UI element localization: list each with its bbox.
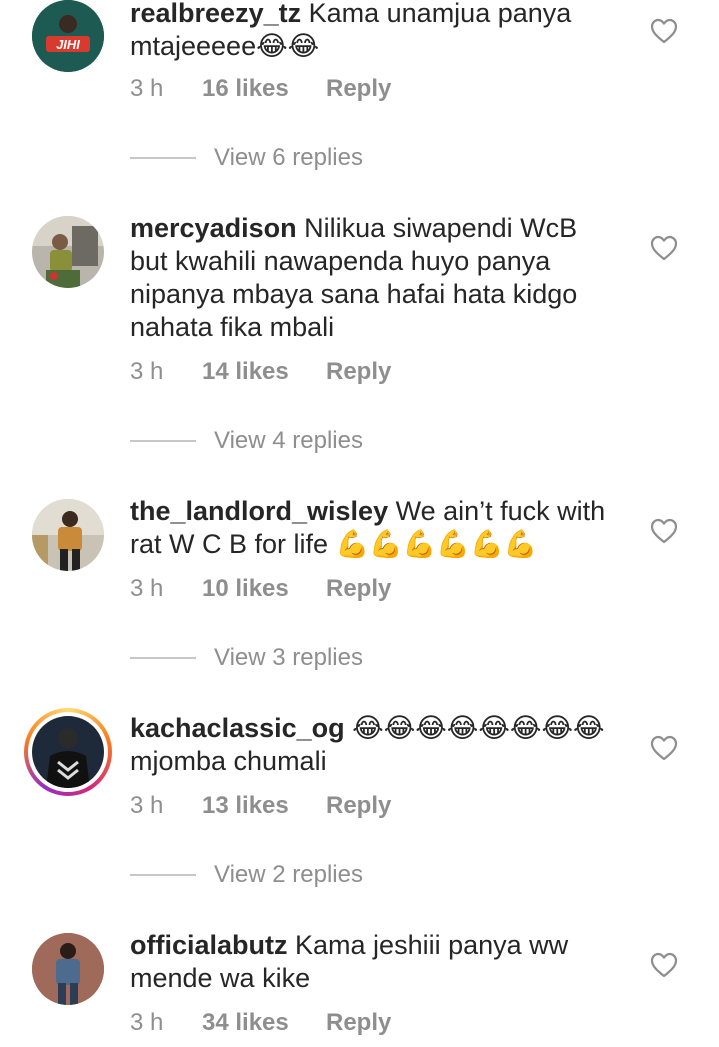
reply-button[interactable]: Reply bbox=[326, 75, 391, 103]
comment-username[interactable]: realbreezy_tz bbox=[130, 0, 301, 28]
avatar bbox=[28, 712, 108, 792]
avatar-image bbox=[32, 933, 104, 1005]
comment-username[interactable]: officialabutz bbox=[130, 930, 288, 960]
reply-button[interactable]: Reply bbox=[326, 358, 391, 386]
comment-time: 3 h bbox=[130, 1009, 164, 1036]
replies-divider bbox=[130, 157, 196, 159]
comment-username[interactable]: mercyadison bbox=[130, 213, 297, 243]
comment-meta: 3 h 13 likes Reply bbox=[130, 792, 391, 820]
comment-likes[interactable]: 13 likes bbox=[202, 792, 326, 820]
comment-time: 3 h bbox=[130, 575, 164, 602]
comment-time: 3 h bbox=[130, 75, 164, 102]
comment-meta: 3 h 16 likes Reply bbox=[130, 75, 391, 103]
avatar-image: JIHI bbox=[32, 0, 104, 72]
avatar-image bbox=[32, 716, 104, 788]
reply-button[interactable]: Reply bbox=[326, 1009, 391, 1037]
view-replies-label: View 6 replies bbox=[214, 144, 363, 171]
view-replies-label: View 3 replies bbox=[214, 644, 363, 671]
comment-time: 3 h bbox=[130, 358, 164, 385]
comment-text: the_landlord_wisley We ain’t fuck with r… bbox=[130, 495, 620, 561]
reply-button[interactable]: Reply bbox=[326, 792, 391, 820]
comment-likes[interactable]: 14 likes bbox=[202, 358, 326, 386]
avatar[interactable]: JIHI bbox=[32, 0, 104, 72]
comment-username[interactable]: the_landlord_wisley bbox=[130, 496, 388, 526]
comment-text: officialabutz Kama jeshiii panya ww mend… bbox=[130, 929, 620, 995]
comment-text: kachaclassic_og 😂😂😂😂😂😂😂😂 mjomba chumali bbox=[130, 712, 620, 778]
heart-icon[interactable] bbox=[650, 18, 678, 44]
view-replies-button[interactable]: View 3 replies bbox=[130, 644, 363, 672]
heart-icon[interactable] bbox=[650, 235, 678, 261]
replies-divider bbox=[130, 440, 196, 442]
comment-likes[interactable]: 10 likes bbox=[202, 575, 326, 603]
replies-divider bbox=[130, 874, 196, 876]
comment-likes[interactable]: 16 likes bbox=[202, 75, 326, 103]
replies-divider bbox=[130, 657, 196, 659]
comment-meta: 3 h 10 likes Reply bbox=[130, 575, 391, 603]
view-replies-button[interactable]: View 2 replies bbox=[130, 861, 363, 889]
heart-icon[interactable] bbox=[650, 952, 678, 978]
comment-username[interactable]: kachaclassic_og bbox=[130, 713, 345, 743]
comment-likes[interactable]: 34 likes bbox=[202, 1009, 326, 1037]
avatar-image bbox=[32, 499, 104, 571]
avatar[interactable] bbox=[32, 216, 104, 288]
avatar-image bbox=[32, 216, 104, 288]
view-replies-label: View 4 replies bbox=[214, 427, 363, 454]
view-replies-label: View 2 replies bbox=[214, 861, 363, 888]
avatar[interactable] bbox=[32, 499, 104, 571]
avatar-logo-text: JIHI bbox=[56, 37, 80, 52]
reply-button[interactable]: Reply bbox=[326, 575, 391, 603]
heart-icon[interactable] bbox=[650, 735, 678, 761]
heart-icon[interactable] bbox=[650, 518, 678, 544]
view-replies-button[interactable]: View 4 replies bbox=[130, 427, 363, 455]
comment-meta: 3 h 34 likes Reply bbox=[130, 1009, 391, 1037]
comment-meta: 3 h 14 likes Reply bbox=[130, 358, 391, 386]
comment-text: mercyadison Nilikua siwapendi WcB but kw… bbox=[130, 212, 620, 344]
avatar-story-ring[interactable] bbox=[24, 708, 112, 796]
comment-time: 3 h bbox=[130, 792, 164, 819]
view-replies-button[interactable]: View 6 replies bbox=[130, 144, 363, 172]
comment-text: realbreezy_tz Kama unamjua panya mtajeee… bbox=[130, 0, 620, 63]
avatar[interactable] bbox=[32, 933, 104, 1005]
